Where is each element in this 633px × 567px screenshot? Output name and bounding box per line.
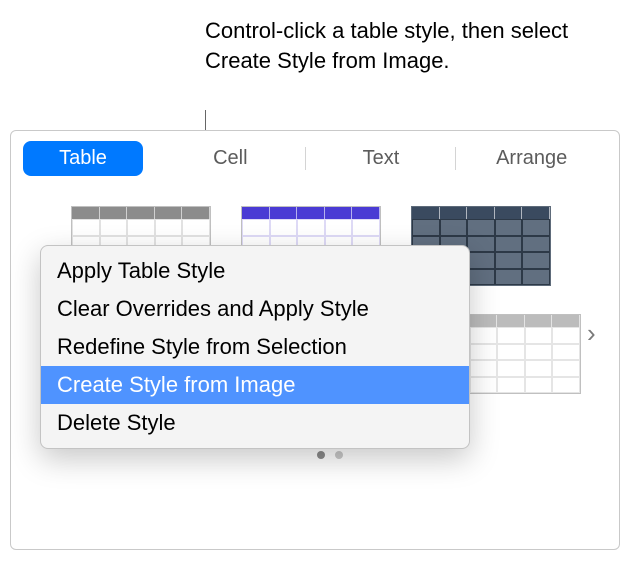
callout-text: Control-click a table style, then select… — [205, 16, 585, 75]
tab-arrange[interactable]: Arrange — [456, 141, 607, 176]
page-dot[interactable] — [317, 451, 325, 459]
tab-cell[interactable]: Cell — [155, 141, 306, 176]
chevron-right-icon[interactable]: › — [587, 321, 601, 345]
tab-table[interactable]: Table — [23, 141, 143, 176]
thumb-header — [72, 207, 210, 219]
thumb-header — [242, 207, 380, 219]
menu-item-create-style-from-image[interactable]: Create Style from Image — [41, 366, 469, 404]
menu-item-apply-table-style[interactable]: Apply Table Style — [41, 252, 469, 290]
inspector-tabs: Table Cell Text Arrange — [11, 131, 619, 186]
tab-text[interactable]: Text — [306, 141, 457, 176]
menu-item-delete-style[interactable]: Delete Style — [41, 404, 469, 442]
table-style-context-menu: Apply Table Style Clear Overrides and Ap… — [40, 245, 470, 449]
page-dot[interactable] — [335, 451, 343, 459]
menu-item-clear-overrides[interactable]: Clear Overrides and Apply Style — [41, 290, 469, 328]
thumb-header — [412, 207, 550, 219]
page-dots — [71, 451, 589, 459]
menu-item-redefine-style[interactable]: Redefine Style from Selection — [41, 328, 469, 366]
